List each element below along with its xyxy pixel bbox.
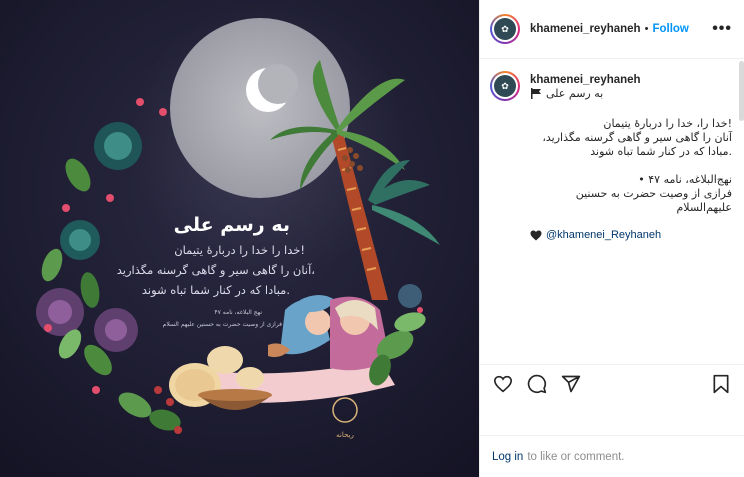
flag-icon <box>531 88 541 99</box>
source-line: نهج‌البلاغه، نامه ۴۷ • <box>638 173 732 186</box>
login-prompt-text: to like or comment. <box>527 450 625 463</box>
action-bar <box>480 364 744 402</box>
avatar[interactable]: ✿ <box>490 14 520 44</box>
separator-dot: • <box>644 23 649 35</box>
more-options-icon[interactable]: ••• <box>712 20 732 38</box>
follow-button[interactable]: Follow <box>652 23 688 35</box>
comments-area: ✿ khamenei_reyhaneh به رسم علی !خدا را، … <box>480 59 744 364</box>
source-line: علیهم‌السلام <box>676 201 732 214</box>
login-prompt: Log in to like or comment. <box>480 435 744 477</box>
image-title: به رسم علی <box>174 214 290 236</box>
black-heart-icon <box>530 230 542 240</box>
mention-link[interactable]: @khamenei_Reyhaneh <box>546 229 661 241</box>
image-line-2: آنان را گاهی سیر و گاهی گرسنه مگذارید، <box>117 263 315 278</box>
caption-header: ✿ khamenei_reyhaneh به رسم علی <box>490 71 732 101</box>
caption-username[interactable]: khamenei_reyhaneh <box>530 74 732 86</box>
login-link[interactable]: Log in <box>492 451 523 463</box>
illustration: به رسم علی خدا را خدا را دربارهٔ یتیمان!… <box>0 0 479 477</box>
caption-line: آنان را گاهی سیر و گاهی گرسنه مگذارید، <box>542 131 732 144</box>
share-icon[interactable] <box>560 373 582 395</box>
scrollbar[interactable] <box>739 61 744 121</box>
bookmark-icon[interactable] <box>710 373 732 395</box>
caption-title: به رسم علی <box>546 87 604 100</box>
caption-line: .مبادا که در کنار شما تباه شوند <box>590 145 732 158</box>
image-source-1: نهج البلاغه، نامه ۴۷ <box>214 309 262 316</box>
caption-avatar[interactable]: ✿ <box>490 71 520 101</box>
caption-body: !خدا را، خدا را دربارهٔ یتیمان آنان را گ… <box>530 117 732 215</box>
image-line-1: خدا را خدا را دربارهٔ یتیمان! <box>174 243 305 258</box>
comment-icon[interactable] <box>526 373 548 395</box>
caption-title-line: به رسم علی <box>530 87 732 100</box>
profile-logo-icon: ✿ <box>494 75 516 97</box>
image-line-3: مبادا که در کنار شما تباه شوند. <box>142 283 290 298</box>
source-line: فرازی از وصیت حضرت به حسنین <box>575 187 732 200</box>
heart-outline-icon[interactable] <box>492 373 514 395</box>
profile-logo-icon: ✿ <box>494 18 516 40</box>
instagram-post: به رسم علی خدا را خدا را دربارهٔ یتیمان!… <box>0 0 744 477</box>
mention-line: @khamenei_Reyhaneh <box>530 229 732 241</box>
post-image: به رسم علی خدا را خدا را دربارهٔ یتیمان!… <box>0 0 479 477</box>
image-source-2: فرازی از وصیت حضرت به حسنین علیهم السلام <box>163 321 282 328</box>
caption-line: !خدا را، خدا را دربارهٔ یتیمان <box>603 117 732 130</box>
post-sidebar: ✿ khamenei_reyhaneh • Follow ••• ✿ khame… <box>479 0 744 477</box>
logo-text: ریحانه <box>336 431 354 439</box>
post-header: ✿ khamenei_reyhaneh • Follow ••• <box>480 0 744 59</box>
header-username[interactable]: khamenei_reyhaneh <box>530 23 641 35</box>
